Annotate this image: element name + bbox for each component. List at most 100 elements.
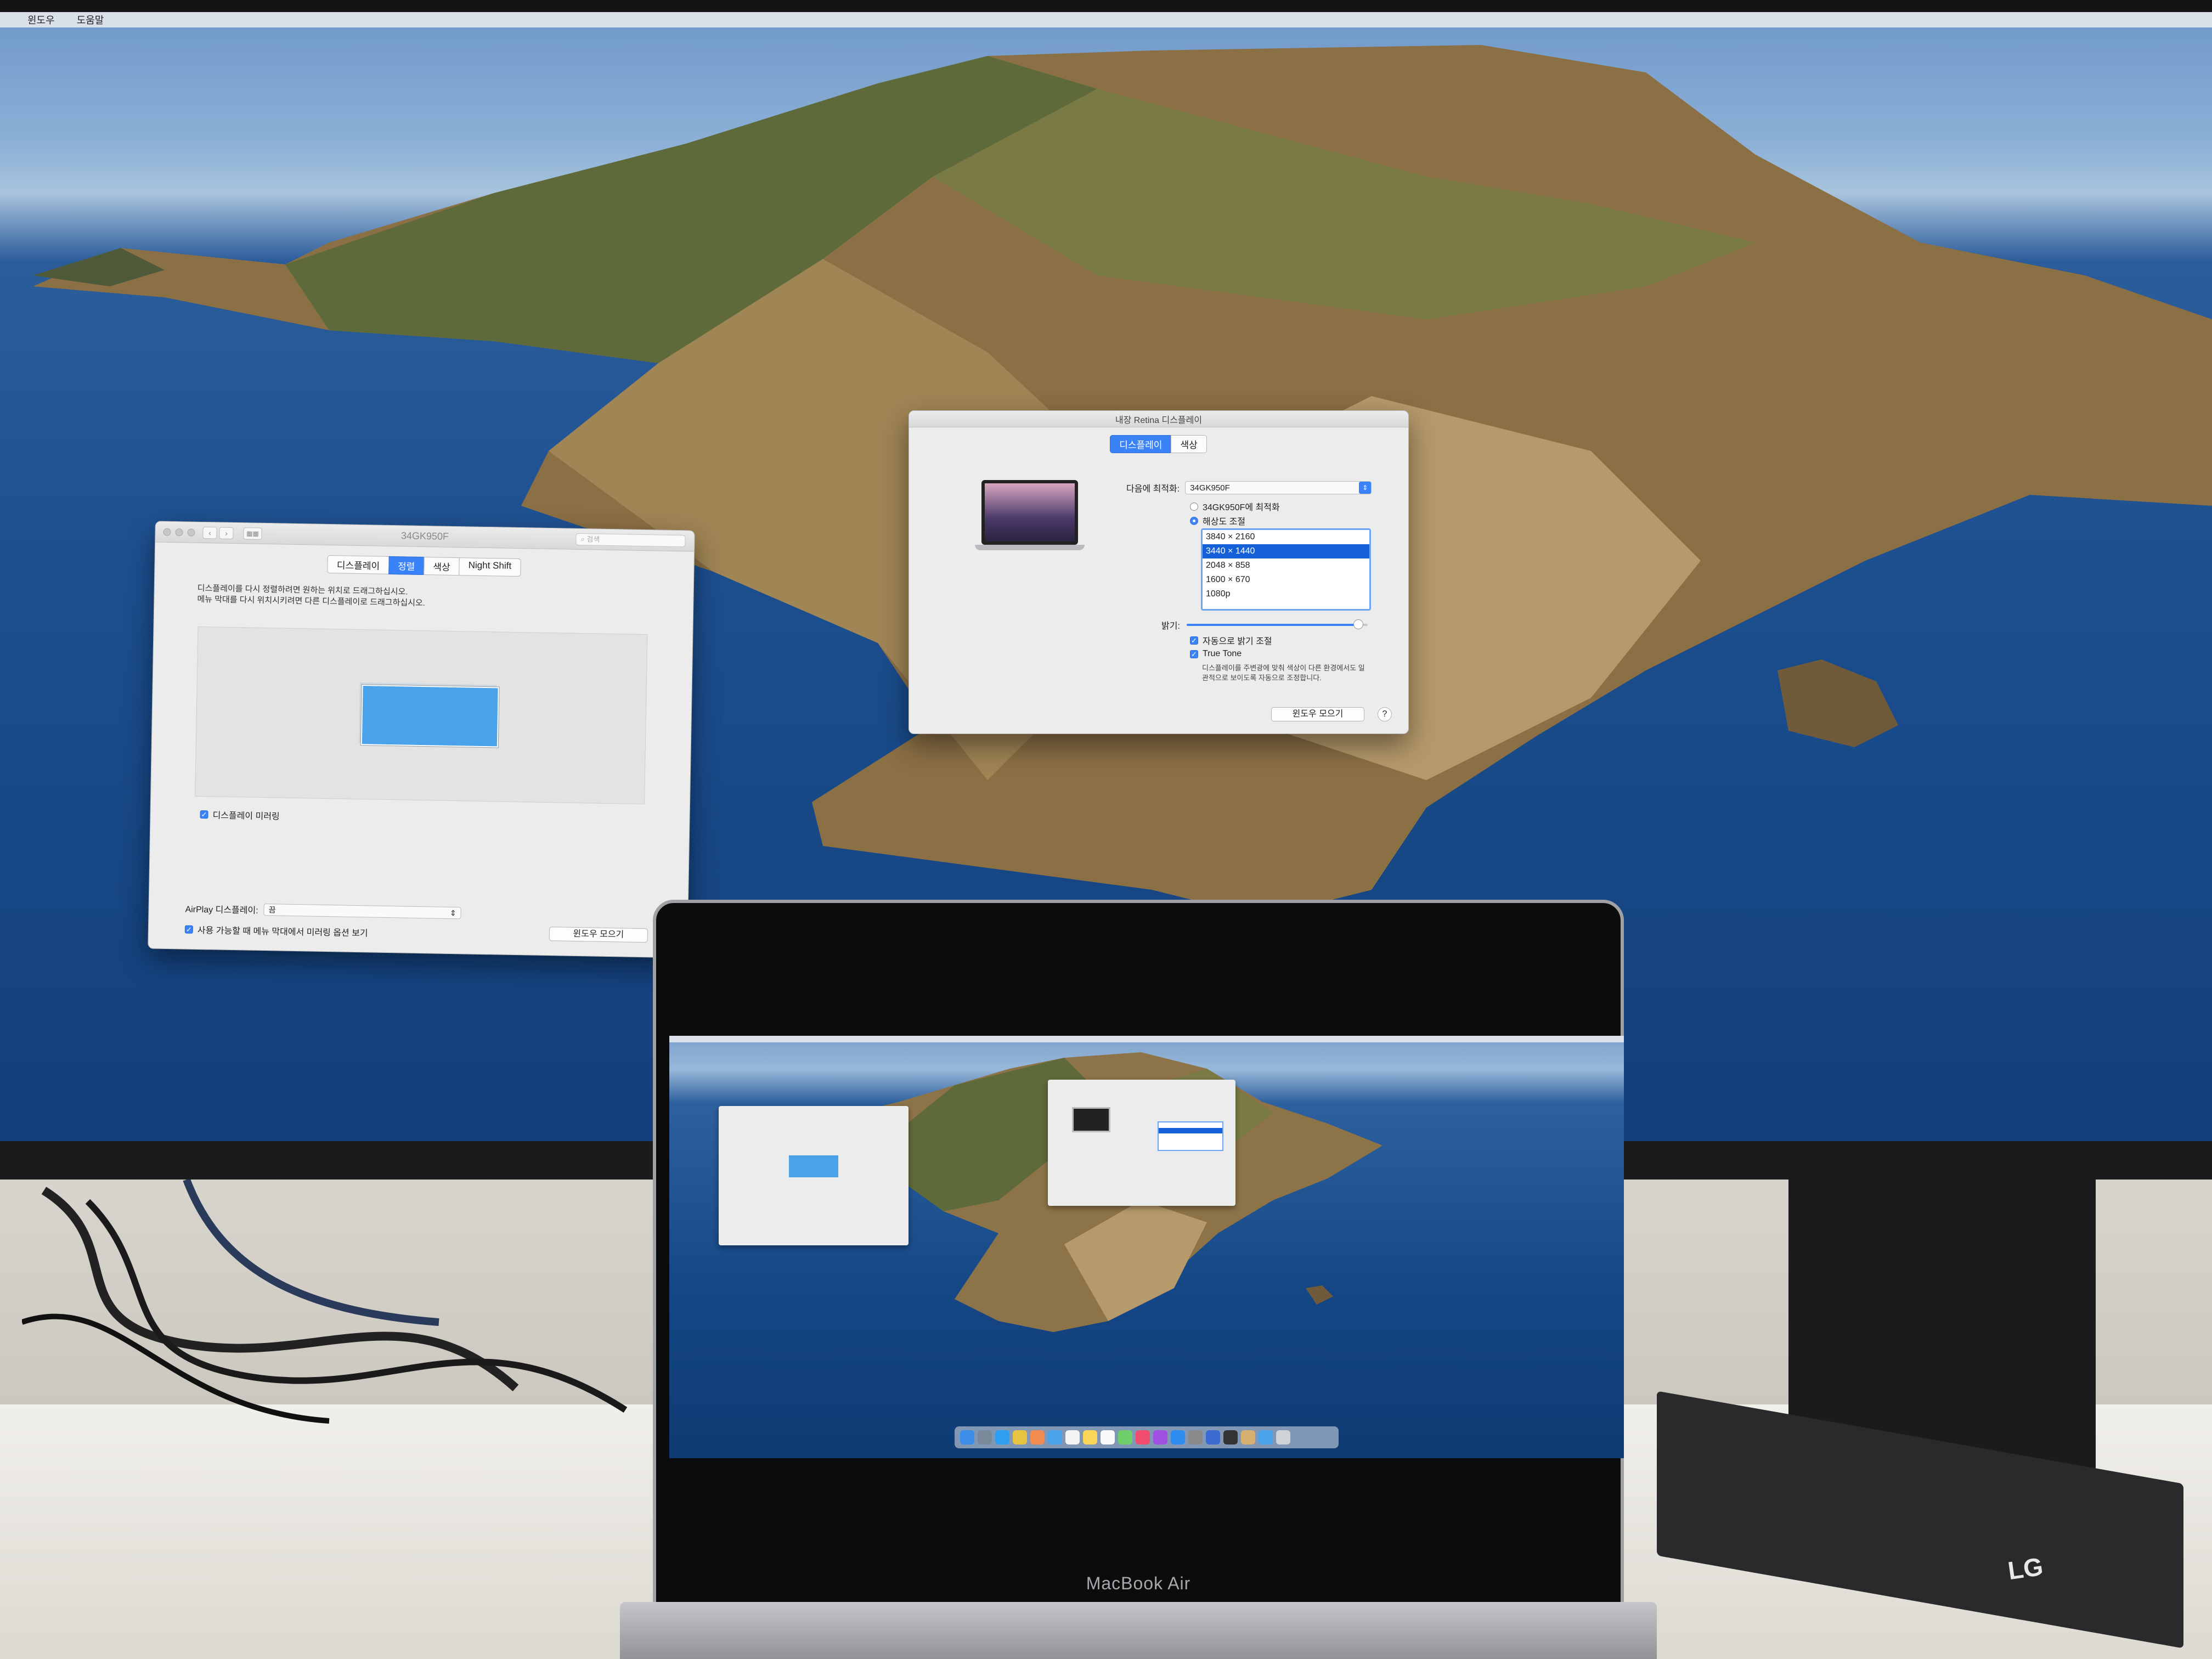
arrangement-canvas <box>195 626 648 805</box>
true-tone-desc-line-2: 관적으로 보이도록 자동으로 조정합니다. <box>1202 674 1322 682</box>
resolution-item[interactable]: 2048 × 858 <box>1203 558 1369 573</box>
airplay-select[interactable]: 끔 ⇕ <box>263 904 461 919</box>
tab-color[interactable]: 색상 <box>1171 435 1207 453</box>
zoom-button[interactable] <box>187 528 195 537</box>
optimize-label: 다음에 최적화: <box>1126 484 1180 494</box>
macbook-keyboard-base <box>620 1602 1657 1659</box>
dock-calendar-icon[interactable] <box>1065 1430 1080 1444</box>
resolution-item[interactable]: 3840 × 2160 <box>1203 530 1369 544</box>
dock-trash-icon[interactable] <box>1276 1430 1290 1444</box>
dock-settings-icon[interactable] <box>1188 1430 1203 1444</box>
menubar-item-window[interactable]: 윈도우 <box>27 13 55 27</box>
dock-preview-icon[interactable] <box>1241 1430 1255 1444</box>
back-button[interactable]: ‹ <box>202 526 217 539</box>
radio-default-label: 34GK950F에 최적화 <box>1203 503 1280 512</box>
menu-option-row[interactable]: ✓ 사용 가능할 때 메뉴 막대에서 미러링 옵션 보기 <box>184 923 368 939</box>
mini-retina-window <box>1048 1080 1235 1206</box>
mirror-checkbox-label: 디스플레이 미러링 <box>212 811 280 822</box>
forward-button[interactable]: › <box>219 527 234 539</box>
true-tone-checkbox[interactable]: ✓ <box>1190 650 1198 658</box>
arrangement-window-title: 34GK950F <box>400 530 449 542</box>
dock-finder-icon[interactable] <box>960 1430 974 1444</box>
chevron-updown-icon: ⇕ <box>449 908 456 918</box>
macbook-menubar <box>669 1036 1624 1042</box>
mini-resolution-list <box>1158 1121 1223 1151</box>
dock-mail-icon[interactable] <box>1048 1430 1062 1444</box>
brightness-row: 밝기: <box>1161 618 1368 631</box>
true-tone-description: 디스플레이를 주변광에 맞춰 색상이 다른 환경에서도 일 관적으로 보이도록 … <box>1202 663 1365 683</box>
dock-notes-icon[interactable] <box>1083 1430 1097 1444</box>
dock-photos-icon[interactable] <box>1030 1430 1045 1444</box>
radio-default-row[interactable]: 34GK950F에 최적화 <box>1190 500 1280 513</box>
airplay-value: 끔 <box>268 905 276 915</box>
gather-windows-button[interactable]: 윈도우 모으기 <box>1271 707 1364 721</box>
help-button[interactable]: ? <box>1378 707 1392 721</box>
arrangement-tabs: 디스플레이 정렬 색상 Night Shift <box>155 552 693 579</box>
minimize-button[interactable] <box>175 528 183 537</box>
search-field[interactable]: ⌕ 검색 <box>575 533 686 548</box>
arrangement-instructions: 디스플레이를 다시 정렬하려면 원하는 위치로 드래그하십시오. 메뉴 막대를 … <box>197 583 693 614</box>
dock-safari-icon[interactable] <box>995 1430 1009 1444</box>
dock-appstore-icon[interactable] <box>1171 1430 1185 1444</box>
dock-reminders-icon[interactable] <box>1101 1430 1115 1444</box>
dock-chrome-icon[interactable] <box>1013 1430 1027 1444</box>
brightness-slider[interactable] <box>1186 619 1368 629</box>
radio-scaled[interactable] <box>1190 516 1198 525</box>
radio-scaled-label: 해상도 조절 <box>1203 517 1246 527</box>
menubar-item-help[interactable]: 도움말 <box>77 13 104 27</box>
mirror-checkbox-row[interactable]: ✓ 디스플레이 미러링 <box>200 808 280 822</box>
mini-macbook-icon <box>1072 1107 1110 1132</box>
close-button[interactable] <box>163 528 171 536</box>
auto-brightness-row[interactable]: ✓ 자동으로 밝기 조절 <box>1190 634 1272 647</box>
optimize-value: 34GK950F <box>1190 483 1230 493</box>
resolution-item[interactable]: 1600 × 670 <box>1203 573 1369 587</box>
airplay-row: AirPlay 디스플레이: 끔 ⇕ <box>185 902 461 920</box>
macbook-screen <box>669 1036 1624 1458</box>
mirror-checkbox[interactable]: ✓ <box>200 810 208 819</box>
retina-display-window: 내장 Retina 디스플레이 디스플레이 색상 다음에 최적화: 34GK95… <box>909 410 1409 734</box>
macbook-label: MacBook Air <box>1086 1573 1191 1593</box>
display-thumbnail[interactable] <box>360 685 499 748</box>
dock-music-icon[interactable] <box>1136 1430 1150 1444</box>
external-menubar: 윈도우 도움말 <box>0 12 2212 27</box>
retina-tabs: 디스플레이 색상 <box>909 435 1408 453</box>
mini-arrangement-window <box>719 1106 909 1245</box>
resolution-list: 3840 × 2160 3440 × 1440 2048 × 858 1600 … <box>1201 528 1371 611</box>
true-tone-label: True Tone <box>1203 649 1242 658</box>
true-tone-row[interactable]: ✓ True Tone <box>1190 649 1242 659</box>
resolution-item[interactable]: 1080p <box>1203 587 1369 601</box>
nav-buttons: ‹ › <box>202 526 234 539</box>
retina-titlebar: 내장 Retina 디스플레이 <box>909 411 1408 427</box>
menu-option-label: 사용 가능할 때 메뉴 막대에서 미러링 옵션 보기 <box>197 926 368 939</box>
chevron-updown-icon: ⇕ <box>1359 482 1372 494</box>
gather-windows-button[interactable]: 윈도우 모으기 <box>549 927 648 943</box>
brightness-slider-knob[interactable] <box>1353 619 1364 629</box>
dock-downloads-icon[interactable] <box>1259 1430 1273 1444</box>
airplay-label: AirPlay 디스플레이: <box>185 905 258 916</box>
dock-quicktime-icon[interactable] <box>1223 1430 1238 1444</box>
show-all-grid-icon[interactable]: ▦▦ <box>243 527 262 540</box>
dock-podcasts-icon[interactable] <box>1153 1430 1167 1444</box>
tab-arrangement[interactable]: 정렬 <box>388 556 425 575</box>
tab-display[interactable]: 디스플레이 <box>327 555 390 574</box>
tab-color[interactable]: 색상 <box>424 557 460 576</box>
radio-scaled-row[interactable]: 해상도 조절 <box>1190 514 1245 527</box>
menu-option-checkbox[interactable]: ✓ <box>184 925 194 934</box>
auto-brightness-label: 자동으로 밝기 조절 <box>1203 637 1272 646</box>
resolution-item-selected[interactable]: 3440 × 1440 <box>1203 544 1369 558</box>
search-placeholder: 검색 <box>586 535 600 544</box>
macbook-icon <box>975 480 1085 557</box>
arrangement-window: ‹ › ▦▦ 34GK950F ⌕ 검색 디스플레이 정렬 색상 Night S… <box>148 521 695 958</box>
dock-maps-icon[interactable] <box>1118 1430 1132 1444</box>
dock <box>955 1426 1339 1448</box>
dock-launchpad-icon[interactable] <box>978 1430 992 1444</box>
optimize-select[interactable]: 34GK950F ⇕ <box>1185 481 1372 494</box>
auto-brightness-checkbox[interactable]: ✓ <box>1190 636 1198 645</box>
dock-xcode-icon[interactable] <box>1206 1430 1220 1444</box>
optimize-row: 다음에 최적화: 34GK950F ⇕ <box>1126 481 1372 494</box>
brightness-slider-fill <box>1186 624 1359 626</box>
radio-default[interactable] <box>1190 502 1198 511</box>
window-controls <box>163 528 195 537</box>
tab-night-shift[interactable]: Night Shift <box>459 557 521 577</box>
tab-display[interactable]: 디스플레이 <box>1110 435 1172 453</box>
